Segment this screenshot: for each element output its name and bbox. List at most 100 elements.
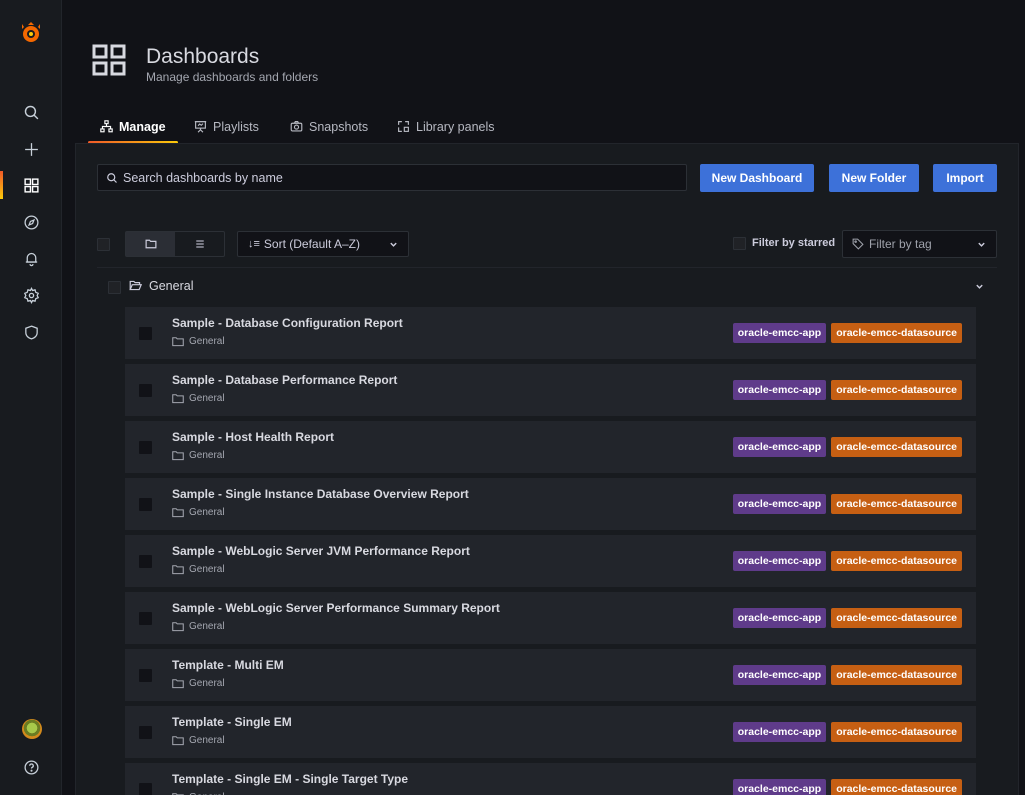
dashboard-row[interactable]: Template - Single EM General oracle-emcc… — [125, 706, 976, 758]
tag-filter-select[interactable]: Filter by tag — [842, 230, 997, 258]
dashboard-row[interactable]: Sample - Database Configuration Report G… — [125, 307, 976, 359]
dashboard-folder: General — [172, 678, 225, 689]
import-button[interactable]: Import — [933, 164, 997, 192]
tag-badge[interactable]: oracle-emcc-datasource — [831, 494, 962, 514]
tag-badge[interactable]: oracle-emcc-app — [732, 665, 827, 685]
list-view-button[interactable] — [175, 232, 224, 256]
dashboard-title[interactable]: Sample - WebLogic Server Performance Sum… — [172, 601, 500, 615]
dashboard-tags: oracle-emcc-app oracle-emcc-datasource — [728, 323, 962, 343]
tag-badge[interactable]: oracle-emcc-datasource — [831, 323, 962, 343]
dashboard-title[interactable]: Template - Multi EM — [172, 658, 284, 672]
dashboard-title[interactable]: Sample - Host Health Report — [172, 430, 334, 444]
dashboard-folder: General — [172, 735, 225, 746]
user-avatar[interactable] — [22, 719, 42, 739]
help-icon[interactable] — [0, 752, 62, 782]
chevron-down-icon[interactable] — [975, 282, 984, 291]
folder-icon — [172, 565, 184, 575]
dashboard-tags: oracle-emcc-app oracle-emcc-datasource — [728, 551, 962, 571]
dashboard-folder-label: General — [189, 678, 225, 689]
dashboard-title[interactable]: Sample - Database Performance Report — [172, 373, 397, 387]
folder-section-header[interactable] — [97, 267, 997, 303]
filter-starred-checkbox[interactable] — [733, 237, 746, 250]
search-box[interactable] — [97, 164, 687, 191]
sort-select[interactable]: ↓≡ Sort (Default A–Z) — [237, 231, 409, 257]
dashboard-title[interactable]: Template - Single EM — [172, 715, 292, 729]
dashboard-checkbox[interactable] — [139, 669, 152, 682]
dashboard-checkbox[interactable] — [139, 441, 152, 454]
dashboard-title[interactable]: Sample - Single Instance Database Overvi… — [172, 487, 469, 501]
sitemap-icon — [100, 120, 113, 133]
tag-badge[interactable]: oracle-emcc-app — [732, 551, 827, 571]
folder-icon — [172, 394, 184, 404]
folder-open-icon — [129, 280, 142, 291]
dashboard-checkbox[interactable] — [139, 783, 152, 795]
tag-badge[interactable]: oracle-emcc-datasource — [831, 437, 962, 457]
tag-badge[interactable]: oracle-emcc-app — [732, 323, 827, 343]
dashboard-folder: General — [172, 621, 225, 632]
dashboard-row[interactable]: Template - Single EM - Single Target Typ… — [125, 763, 976, 795]
dashboard-checkbox[interactable] — [139, 555, 152, 568]
folder-checkbox[interactable] — [108, 281, 121, 294]
dashboard-checkbox[interactable] — [139, 384, 152, 397]
dashboard-checkbox[interactable] — [139, 726, 152, 739]
folder-icon — [172, 622, 184, 632]
dashboard-folder: General — [172, 450, 225, 461]
tag-badge[interactable]: oracle-emcc-app — [732, 437, 827, 457]
dashboard-row[interactable]: Sample - Single Instance Database Overvi… — [125, 478, 976, 530]
folder-name[interactable]: General — [149, 279, 193, 293]
dashboard-folder: General — [172, 393, 225, 404]
tag-badge[interactable]: oracle-emcc-datasource — [831, 551, 962, 571]
tag-badge[interactable]: oracle-emcc-app — [732, 608, 827, 628]
settings-gear-icon[interactable] — [0, 280, 62, 310]
tag-badge[interactable]: oracle-emcc-datasource — [831, 722, 962, 742]
tag-badge[interactable]: oracle-emcc-app — [732, 779, 827, 795]
tag-badge[interactable]: oracle-emcc-datasource — [831, 608, 962, 628]
folder-view-button[interactable] — [126, 232, 175, 256]
dashboard-title[interactable]: Sample - WebLogic Server JVM Performance… — [172, 544, 470, 558]
dashboard-tags: oracle-emcc-app oracle-emcc-datasource — [728, 665, 962, 685]
tab-library-panels[interactable]: Library panels — [385, 110, 507, 143]
search-icon[interactable] — [0, 97, 62, 127]
filter-starred-label[interactable]: Filter by starred — [752, 237, 835, 249]
tab-snapshots[interactable]: Snapshots — [278, 110, 380, 143]
new-folder-button[interactable]: New Folder — [829, 164, 919, 192]
alerting-bell-icon[interactable] — [0, 243, 62, 273]
tab-playlists[interactable]: Playlists — [182, 110, 271, 143]
dashboard-folder-label: General — [189, 621, 225, 632]
dashboard-row[interactable]: Sample - WebLogic Server Performance Sum… — [125, 592, 976, 644]
dashboard-row[interactable]: Sample - Host Health Report General orac… — [125, 421, 976, 473]
tag-badge[interactable]: oracle-emcc-datasource — [831, 665, 962, 685]
tag-filter-placeholder: Filter by tag — [869, 237, 932, 251]
explore-compass-icon[interactable] — [0, 207, 62, 237]
tag-badge[interactable]: oracle-emcc-datasource — [831, 779, 962, 795]
dashboard-checkbox[interactable] — [139, 612, 152, 625]
dashboard-row[interactable]: Template - Multi EM General oracle-emcc-… — [125, 649, 976, 701]
dashboard-title[interactable]: Template - Single EM - Single Target Typ… — [172, 772, 408, 786]
view-mode-toggle — [125, 231, 225, 257]
shield-icon[interactable] — [0, 317, 62, 347]
tab-label: Snapshots — [309, 119, 369, 134]
search-input[interactable] — [123, 170, 663, 185]
tab-manage[interactable]: Manage — [88, 110, 178, 144]
dashboard-folder: General — [172, 336, 225, 347]
search-icon — [107, 172, 117, 183]
dashboard-row[interactable]: Sample - WebLogic Server JVM Performance… — [125, 535, 976, 587]
tag-badge[interactable]: oracle-emcc-datasource — [831, 380, 962, 400]
sort-label: Sort (Default A–Z) — [263, 237, 360, 251]
tab-label: Library panels — [416, 119, 495, 134]
dashboard-checkbox[interactable] — [139, 498, 152, 511]
create-plus-icon[interactable] — [0, 134, 62, 164]
dashboard-folder-label: General — [189, 564, 225, 575]
select-all-checkbox[interactable] — [97, 238, 110, 251]
new-dashboard-button[interactable]: New Dashboard — [700, 164, 814, 192]
dashboard-folder: General — [172, 507, 225, 518]
dashboard-row[interactable]: Sample - Database Performance Report Gen… — [125, 364, 976, 416]
dashboard-checkbox[interactable] — [139, 327, 152, 340]
tag-badge[interactable]: oracle-emcc-app — [732, 494, 827, 514]
dashboard-title[interactable]: Sample - Database Configuration Report — [172, 316, 403, 330]
tag-badge[interactable]: oracle-emcc-app — [732, 380, 827, 400]
tag-badge[interactable]: oracle-emcc-app — [732, 722, 827, 742]
dashboards-grid-icon[interactable] — [0, 170, 62, 200]
grafana-logo-icon[interactable] — [0, 18, 62, 48]
tab-label: Manage — [119, 119, 166, 134]
